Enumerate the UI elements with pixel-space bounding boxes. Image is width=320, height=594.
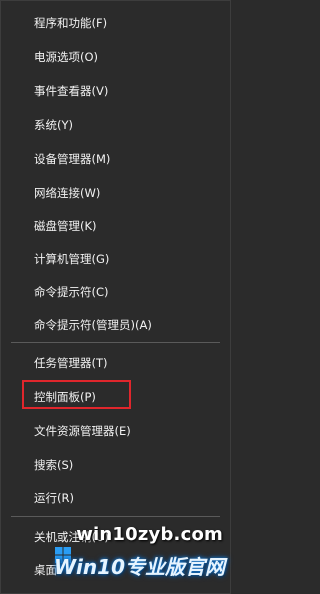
menu-item-system[interactable]: 系统(Y): [1, 108, 230, 142]
menu-item-run[interactable]: 运行(R): [1, 481, 230, 515]
menu-item-search[interactable]: 搜索(S): [1, 448, 230, 482]
menu-item-network-connections[interactable]: 网络连接(W): [1, 176, 230, 210]
menu-item-command-prompt[interactable]: 命令提示符(C): [1, 275, 230, 309]
menu-item-file-explorer[interactable]: 文件资源管理器(E): [1, 414, 230, 448]
menu-item-shutdown-signout[interactable]: 关机或注销(U): [1, 520, 230, 554]
context-menu: 程序和功能(F) 电源选项(O) 事件查看器(V) 系统(Y) 设备管理器(M)…: [0, 0, 231, 594]
menu-item-power-options[interactable]: 电源选项(O): [1, 40, 230, 74]
menu-item-computer-management[interactable]: 计算机管理(G): [1, 242, 230, 276]
menu-separator: [11, 342, 220, 343]
menu-separator: [11, 516, 220, 517]
menu-item-control-panel[interactable]: 控制面板(P): [1, 380, 230, 414]
menu-item-task-manager[interactable]: 任务管理器(T): [1, 346, 230, 380]
menu-item-device-manager[interactable]: 设备管理器(M): [1, 142, 230, 176]
menu-item-disk-management[interactable]: 磁盘管理(K): [1, 209, 230, 243]
menu-item-programs-features[interactable]: 程序和功能(F): [1, 6, 230, 40]
menu-item-command-prompt-admin[interactable]: 命令提示符(管理员)(A): [1, 308, 230, 342]
menu-item-event-viewer[interactable]: 事件查看器(V): [1, 74, 230, 108]
menu-item-desktop[interactable]: 桌面: [1, 553, 230, 587]
